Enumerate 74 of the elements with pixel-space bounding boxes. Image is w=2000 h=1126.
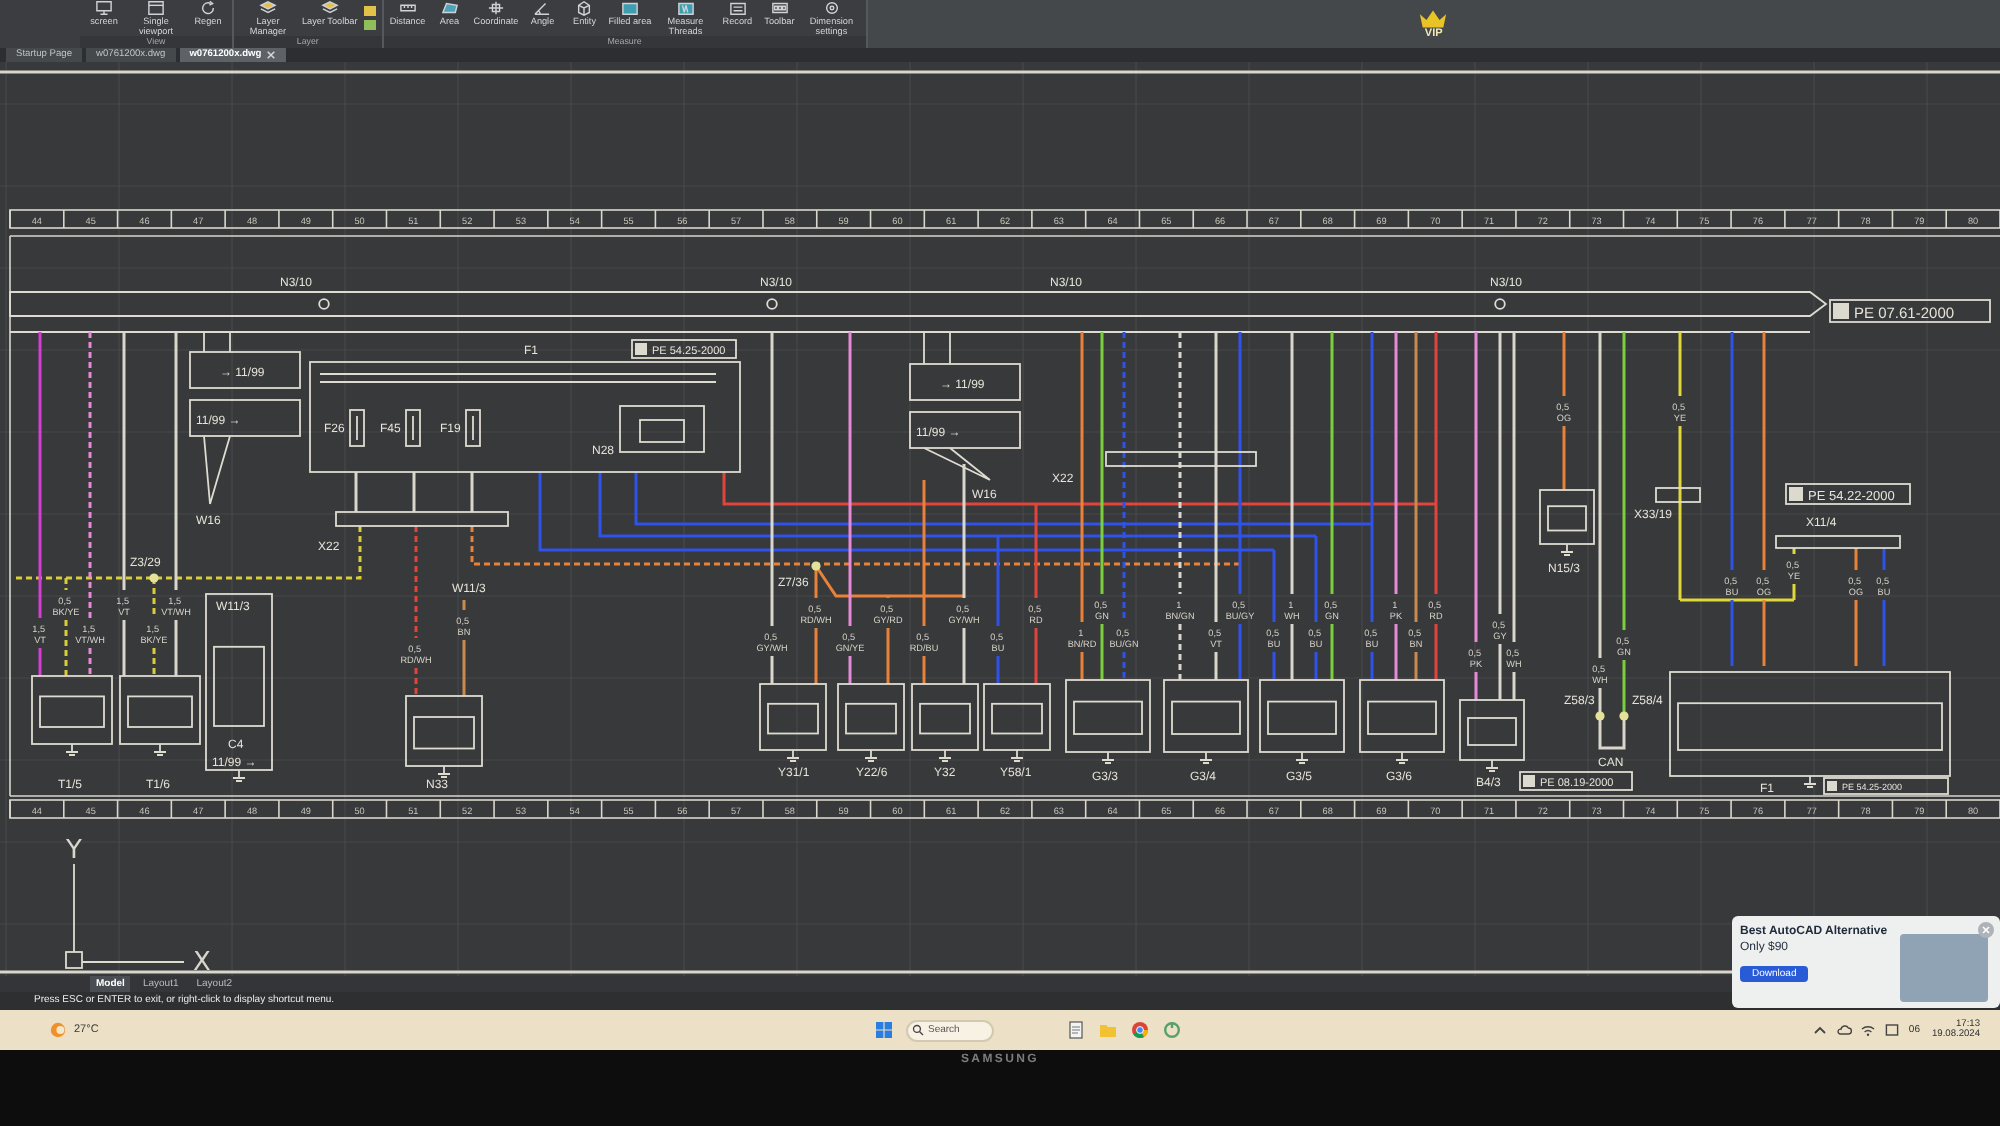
module-box [983,683,1051,762]
gear-icon [821,0,842,16]
module-box [837,683,905,762]
cube-icon [574,0,595,16]
wire [412,472,416,512]
reference-tag [631,339,737,359]
circle-marker-icon [1494,298,1506,310]
relay-box [619,405,705,453]
refresh-icon [198,0,218,16]
drawing-canvas[interactable] [0,62,2000,976]
wire [1680,598,1794,602]
document-icon [635,343,647,355]
fuse [405,409,421,447]
module-box [1459,699,1525,772]
ring-icon[interactable] [1162,1020,1182,1040]
fuse [465,409,481,447]
axis-label: X [193,948,211,976]
wifi-icon[interactable] [1860,1022,1877,1038]
angle-icon [532,0,553,16]
wire [354,472,358,512]
close-icon[interactable] [265,50,276,60]
splice-dot [1619,711,1629,721]
module-box [31,675,113,756]
layers-stack-icon[interactable] [361,4,378,32]
record-icon [727,0,748,16]
fuse [349,409,365,447]
circle-marker-icon [766,298,778,310]
crosshair-icon [486,0,506,16]
browser-icon[interactable] [1130,1020,1150,1040]
document-icon [1827,781,1837,791]
module-box [1359,679,1445,764]
wire [1598,716,1626,750]
windows-logo-icon[interactable] [874,1020,894,1040]
module-box [911,683,979,762]
module-box [405,695,483,778]
connector-strip [1655,487,1701,503]
wire [470,472,474,512]
splice-dot [149,573,159,583]
area-icon [439,0,460,16]
reference-tag [1519,771,1633,791]
module-box [1539,489,1595,556]
monitor-icon [94,0,114,16]
cloud-icon[interactable] [1836,1022,1853,1038]
reference-tag [1823,777,1949,795]
ucs-icon [65,863,185,969]
module-box [1259,679,1345,764]
document-icon[interactable] [1066,1020,1086,1040]
viewport-icon [146,0,166,16]
search-icon [912,1024,924,1036]
close-button[interactable] [1978,922,1994,938]
toolbar-icon [769,0,790,16]
connector-strip [1775,535,1901,549]
photo-placeholder [1900,934,1988,1002]
thread-icon [675,0,696,16]
axis-label: Y [66,836,82,866]
fill-icon [619,0,640,16]
document-icon [1833,303,1849,319]
module-box [1163,679,1249,764]
circle-marker-icon [318,298,330,310]
layers-icon [258,0,278,16]
module-box [119,675,201,756]
document-icon [1789,487,1803,501]
module-box [759,683,827,762]
module-box [1065,679,1151,764]
window-icon[interactable] [1884,1022,1901,1038]
splice-dot [1595,711,1605,721]
chevron-up-icon[interactable] [1812,1022,1829,1038]
splice-dot [811,561,821,571]
reference-tag [1785,483,1911,505]
ruler-icon [397,0,418,16]
crown-icon[interactable] [1418,8,1449,28]
document-icon [1523,775,1535,787]
close-icon [1980,924,1992,936]
layers-icon [319,0,340,16]
